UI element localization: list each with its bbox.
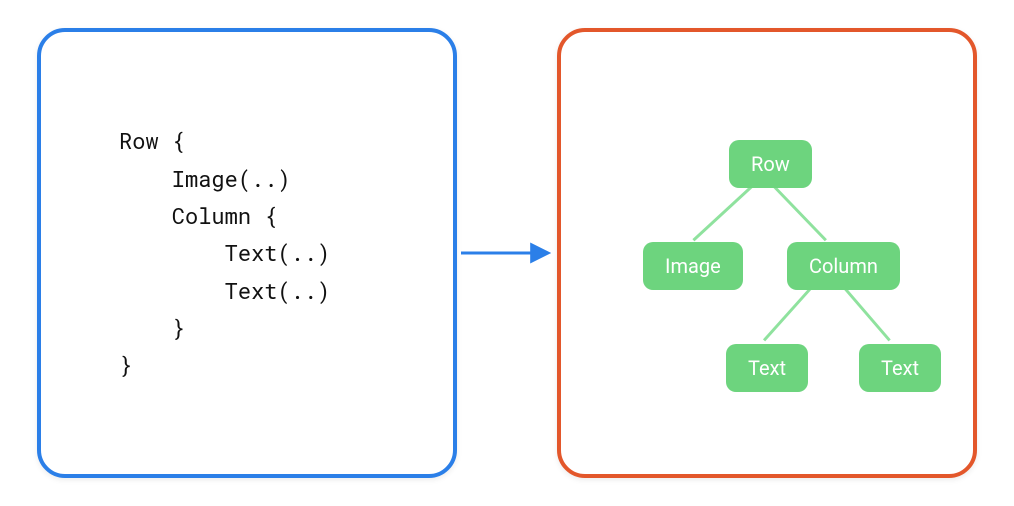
code-line-4: Text(..)	[119, 276, 330, 305]
tree-node-text-1: Text	[726, 344, 808, 392]
tree-panel: Row Image Column Text Text	[557, 28, 977, 478]
tree-node-column: Column	[787, 242, 900, 290]
tree-node-text-2: Text	[859, 344, 941, 392]
code-line-1: Image(..)	[119, 164, 291, 193]
diagram-container: Row { Image(..) Column { Text(..) Text(.…	[37, 28, 977, 478]
tree-edges	[561, 32, 973, 474]
code-snippet: Row { Image(..) Column { Text(..) Text(.…	[119, 122, 330, 384]
tree-node-row: Row	[729, 140, 812, 188]
code-panel: Row { Image(..) Column { Text(..) Text(.…	[37, 28, 457, 478]
tree-node-image: Image	[643, 242, 743, 290]
code-line-0: Row {	[119, 126, 185, 155]
arrow-icon	[457, 238, 557, 268]
code-line-2: Column {	[119, 201, 277, 230]
code-line-5: }	[119, 313, 185, 342]
code-line-6: }	[119, 350, 132, 379]
code-line-3: Text(..)	[119, 238, 330, 267]
